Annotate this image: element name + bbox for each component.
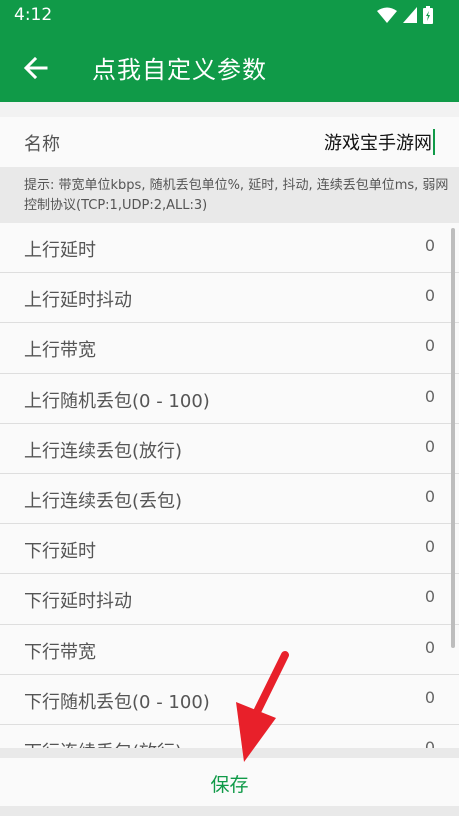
name-label: 名称 bbox=[24, 134, 60, 155]
status-icons bbox=[377, 6, 433, 24]
param-row[interactable]: 下行延时抖动 0 bbox=[0, 574, 459, 625]
param-value[interactable]: 0 bbox=[425, 387, 435, 406]
param-row[interactable]: 上行随机丢包(0 - 100) 0 bbox=[0, 374, 459, 424]
param-label: 下行延时抖动 bbox=[24, 591, 132, 613]
param-list[interactable]: 上行延时 0 上行延时抖动 0 上行带宽 0 上行随机丢包(0 - 100) 0 上行连… bbox=[0, 223, 459, 748]
param-value[interactable]: 0 bbox=[425, 537, 435, 556]
battery-icon bbox=[423, 6, 433, 24]
divider bbox=[0, 806, 459, 816]
save-button[interactable]: 保存 bbox=[0, 758, 459, 806]
param-value[interactable]: 0 bbox=[425, 236, 435, 255]
hint-box: 提示: 带宽单位kbps, 随机丢包单位%, 延时, 抖动, 连续丢包单位ms,… bbox=[0, 167, 459, 223]
param-value[interactable]: 0 bbox=[425, 587, 435, 606]
param-label: 上行随机丢包(0 - 100) bbox=[24, 390, 210, 412]
param-value[interactable]: 0 bbox=[425, 286, 435, 305]
param-label: 上行带宽 bbox=[24, 340, 96, 362]
param-row[interactable]: 下行连续丢包(放行) 0 bbox=[0, 725, 459, 748]
wifi-icon bbox=[377, 7, 397, 23]
status-time: 4:12 bbox=[14, 5, 53, 25]
param-label: 上行延时抖动 bbox=[24, 290, 132, 312]
page-title: 点我自定义参数 bbox=[92, 56, 267, 84]
param-label: 上行连续丢包(丢包) bbox=[24, 490, 183, 512]
param-value[interactable]: 0 bbox=[425, 638, 435, 657]
param-value[interactable]: 0 bbox=[425, 688, 435, 707]
hint-text: 提示: 带宽单位kbps, 随机丢包单位%, 延时, 抖动, 连续丢包单位ms,… bbox=[24, 178, 449, 213]
status-bar: 4:12 bbox=[0, 0, 459, 32]
param-label: 上行延时 bbox=[24, 240, 96, 261]
param-row[interactable]: 上行连续丢包(丢包) 0 bbox=[0, 474, 459, 525]
app-bar: 点我自定义参数 bbox=[0, 32, 459, 102]
divider bbox=[0, 748, 459, 758]
list-scrollbar[interactable] bbox=[451, 228, 455, 648]
param-value[interactable]: 0 bbox=[425, 738, 435, 748]
cell-signal-icon bbox=[403, 7, 417, 23]
param-row[interactable]: 上行带宽 0 bbox=[0, 323, 459, 374]
save-label: 保存 bbox=[210, 774, 249, 796]
param-label: 下行带宽 bbox=[24, 641, 96, 663]
param-label: 下行随机丢包(0 - 100) bbox=[24, 691, 210, 713]
param-label: 下行连续丢包(放行) bbox=[24, 738, 182, 748]
param-row[interactable]: 下行带宽 0 bbox=[0, 625, 459, 675]
name-field-row[interactable]: 名称 游戏宝手游网 bbox=[0, 117, 459, 167]
name-input[interactable]: 游戏宝手游网 bbox=[324, 129, 435, 155]
back-arrow-icon[interactable] bbox=[20, 52, 52, 84]
param-label: 上行连续丢包(放行) bbox=[24, 440, 183, 462]
param-label: 下行延时 bbox=[24, 541, 96, 563]
param-row[interactable]: 上行延时抖动 0 bbox=[0, 273, 459, 324]
param-row[interactable]: 上行连续丢包(放行) 0 bbox=[0, 424, 459, 474]
param-value[interactable]: 0 bbox=[425, 336, 435, 355]
param-row[interactable]: 下行随机丢包(0 - 100) 0 bbox=[0, 675, 459, 725]
param-value[interactable]: 0 bbox=[425, 487, 435, 506]
param-row[interactable]: 下行延时 0 bbox=[0, 524, 459, 575]
param-value[interactable]: 0 bbox=[425, 437, 435, 456]
param-row[interactable]: 上行延时 0 bbox=[0, 223, 459, 274]
